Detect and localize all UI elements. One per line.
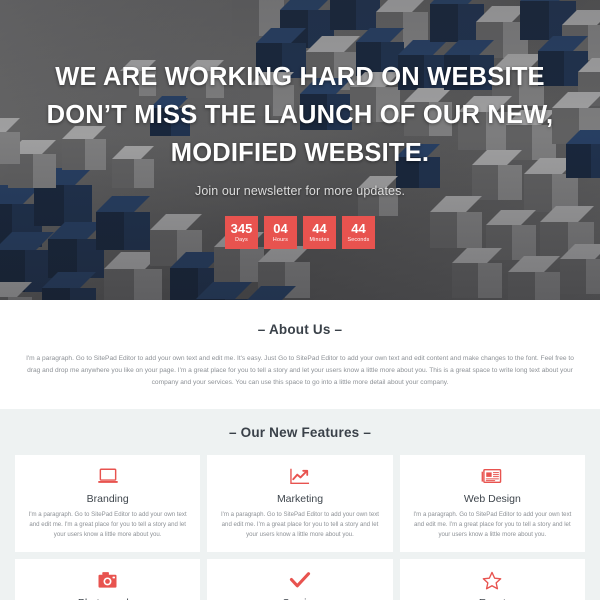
countdown-box-seconds: 44 Seconds [342, 216, 375, 249]
hero-section: WE ARE WORKING HARD ON WEBSITE DON’T MIS… [0, 0, 600, 300]
countdown-value: 44 [312, 220, 327, 236]
hero-subtitle: Join our newsletter for more updates. [194, 184, 406, 198]
feature-card-title: Marketing [276, 493, 324, 505]
feature-card-service[interactable]: ServiceI'm a paragraph. Go to SitePad Ed… [207, 559, 393, 600]
countdown-label: Days [235, 236, 248, 243]
countdown-timer: 345 Days 04 Hours 44 Minutes 44 Seconds [225, 216, 375, 249]
feature-card-text: I'm a paragraph. Go to SitePad Editor to… [413, 511, 572, 538]
laptop-icon [25, 465, 190, 487]
countdown-label: Minutes [309, 236, 330, 243]
line-chart-icon [217, 465, 382, 487]
countdown-box-minutes: 44 Minutes [303, 216, 336, 249]
feature-card-text: I'm a paragraph. Go to SitePad Editor to… [220, 511, 379, 538]
hero-content: WE ARE WORKING HARD ON WEBSITE DON’T MIS… [0, 0, 600, 300]
hero-title-line-2: DON’T MISS THE LAUNCH OF OUR NEW, [46, 101, 554, 129]
check-icon [217, 569, 382, 591]
features-heading: – Our New Features – [228, 425, 372, 440]
feature-card-text: I'm a paragraph. Go to SitePad Editor to… [28, 511, 187, 538]
countdown-label: Hours [272, 236, 289, 243]
feature-card-branding[interactable]: Branding I'm a paragraph. Go to SitePad E… [15, 455, 201, 552]
countdown-label: Seconds [347, 236, 370, 243]
about-heading: – About Us – [257, 322, 343, 337]
countdown-box-hours: 04 Hours [264, 216, 297, 249]
features-grid: Branding I'm a paragraph. Go to SitePad E… [0, 455, 600, 600]
countdown-value: 44 [351, 220, 366, 236]
feature-card-event[interactable]: EventI'm a paragraph. Go to SitePad Edit… [399, 559, 585, 600]
feature-card-title: Web Design [463, 493, 521, 505]
feature-card-web-design[interactable]: Web Design I'm a paragraph. Go to SitePad… [399, 455, 585, 552]
camera-icon [25, 569, 190, 591]
star-outline-icon [410, 569, 575, 591]
feature-card-title: Branding [86, 493, 129, 505]
countdown-value: 04 [273, 220, 288, 236]
features-section: – Our New Features – Branding I'm a parag… [0, 409, 600, 600]
feature-card-marketing[interactable]: Marketing I'm a paragraph. Go to SitePad … [207, 455, 393, 552]
countdown-box-days: 345 Days [225, 216, 258, 249]
about-paragraph: I'm a paragraph. Go to SitePad Editor to… [26, 355, 574, 386]
feature-card-photography[interactable]: PhotographyI'm a paragraph. Go to SitePa… [15, 559, 201, 600]
about-section: – About Us – I'm a paragraph. Go to Site… [0, 300, 600, 409]
hero-title: WE ARE WORKING HARD ON WEBSITE DON’T MIS… [47, 58, 554, 172]
countdown-value: 345 [230, 220, 253, 236]
hero-title-line-1: WE ARE WORKING HARD ON WEBSITE [55, 63, 545, 91]
newspaper-icon [410, 465, 575, 487]
hero-title-line-3: MODIFIED WEBSITE. [170, 139, 430, 167]
